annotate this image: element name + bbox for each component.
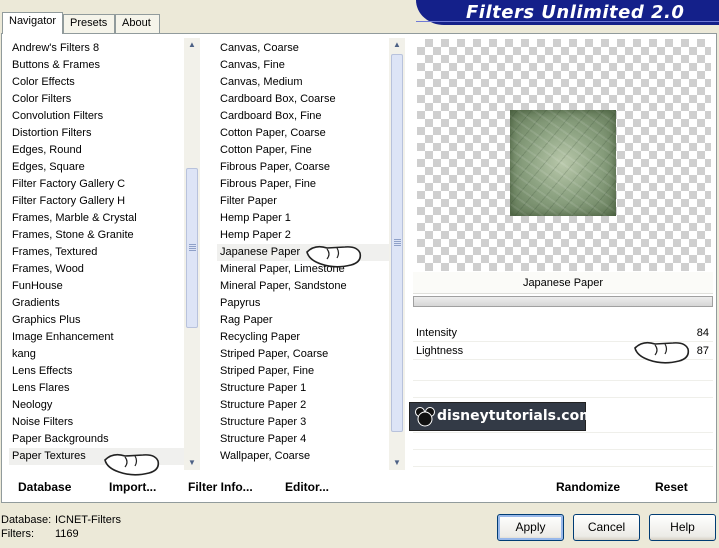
category-item[interactable]: Buttons & Frames (9, 57, 185, 74)
scroll-up-arrow-icon[interactable]: ▲ (389, 38, 405, 52)
category-item[interactable]: Frames, Stone & Granite (9, 227, 185, 244)
category-item[interactable]: kang (9, 346, 185, 363)
apply-button[interactable]: Apply (497, 514, 564, 541)
scroll-down-arrow-icon[interactable]: ▼ (184, 456, 200, 470)
filter-item[interactable]: Striped Paper, Fine (217, 363, 389, 380)
filter-scrollbar[interactable]: ▲ ▼ (389, 38, 405, 470)
category-item[interactable]: Color Filters (9, 91, 185, 108)
database-value: ICNET-Filters (55, 514, 121, 526)
category-item[interactable]: Andrew's Filters 8 (9, 40, 185, 57)
filter-item[interactable]: Hemp Paper 2 (217, 227, 389, 244)
filter-item[interactable]: Mineral Paper, Limestone (217, 261, 389, 278)
filter-item[interactable]: Mineral Paper, Sandstone (217, 278, 389, 295)
filter-info-button[interactable]: Filter Info... (188, 472, 253, 502)
filter-item[interactable]: Structure Paper 3 (217, 414, 389, 431)
reset-button[interactable]: Reset (655, 472, 688, 502)
category-item[interactable]: Image Enhancement (9, 329, 185, 346)
filter-item[interactable]: Fibrous Paper, Fine (217, 176, 389, 193)
watermark-logo: disneytutorials.com (409, 402, 594, 431)
param-label: Intensity (416, 327, 457, 339)
category-item[interactable]: Noise Filters (9, 414, 185, 431)
tab-navigator[interactable]: Navigator (2, 12, 63, 34)
database-status: Database: ICNET-Filters Filters: 1169 (0, 513, 130, 541)
filter-item[interactable]: Structure Paper 4 (217, 431, 389, 448)
cancel-button[interactable]: Cancel (573, 514, 640, 541)
param-label: Lightness (416, 345, 464, 357)
param-value: 87 (696, 345, 709, 357)
filter-scroll-thumb[interactable] (391, 54, 403, 432)
import-button[interactable]: Import... (109, 472, 156, 502)
category-item[interactable]: Edges, Round (9, 142, 185, 159)
scroll-up-arrow-icon[interactable]: ▲ (184, 38, 200, 52)
filter-item[interactable]: Filter Paper (217, 193, 389, 210)
filter-item[interactable]: Canvas, Fine (217, 57, 389, 74)
preview-area (417, 39, 711, 271)
filter-item[interactable]: Cardboard Box, Fine (217, 108, 389, 125)
category-scroll-thumb[interactable] (186, 168, 198, 328)
category-item[interactable]: Paper Backgrounds (9, 431, 185, 448)
filter-item[interactable]: Canvas, Coarse (217, 40, 389, 57)
filter-item[interactable]: Fibrous Paper, Coarse (217, 159, 389, 176)
filter-item[interactable]: Cotton Paper, Coarse (217, 125, 389, 142)
category-item[interactable]: Frames, Textured (9, 244, 185, 261)
category-item[interactable]: Distortion Filters (9, 125, 185, 142)
filter-item[interactable]: Hemp Paper 1 (217, 210, 389, 227)
database-label: Database: (1, 514, 52, 526)
title-banner: Filters Unlimited 2.0 (416, 0, 719, 25)
filters-label: Filters: (1, 528, 34, 540)
category-item[interactable]: Frames, Marble & Crystal (9, 210, 185, 227)
pointer-glove-icon (634, 341, 690, 364)
pointer-glove-icon (306, 245, 362, 268)
param-value: 84 (696, 327, 709, 339)
tab-about[interactable]: About (115, 14, 160, 33)
preview-image (510, 110, 616, 216)
help-button[interactable]: Help (649, 514, 716, 541)
category-item[interactable]: Filter Factory Gallery C (9, 176, 185, 193)
filter-item[interactable]: Structure Paper 2 (217, 397, 389, 414)
navigator-panel: Andrew's Filters 8 Buttons & Frames Color … (1, 33, 717, 503)
category-item[interactable]: FunHouse (9, 278, 185, 295)
category-item[interactable]: Convolution Filters (9, 108, 185, 125)
filter-item[interactable]: Japanese Paper (217, 244, 389, 261)
filter-name-label: Japanese Paper (413, 272, 713, 294)
filter-item[interactable]: Rag Paper (217, 312, 389, 329)
filter-item[interactable]: Structure Paper 1 (217, 380, 389, 397)
filter-list[interactable]: Canvas, Coarse Canvas, Fine Canvas, Medium… (217, 40, 389, 470)
category-item[interactable]: Edges, Square (9, 159, 185, 176)
filter-button-bar: Database Import... Filter Info... Editor… (2, 472, 718, 502)
category-item[interactable]: Filter Factory Gallery H (9, 193, 185, 210)
filter-item[interactable]: Cardboard Box, Coarse (217, 91, 389, 108)
category-item[interactable]: Neology (9, 397, 185, 414)
tab-presets[interactable]: Presets (63, 14, 115, 33)
category-list[interactable]: Andrew's Filters 8 Buttons & Frames Color … (9, 40, 185, 470)
watermark-text: disneytutorials.com (437, 408, 594, 424)
category-item[interactable]: Lens Flares (9, 380, 185, 397)
mickey-ears-icon (415, 407, 435, 427)
app-title: Filters Unlimited 2.0 (466, 2, 685, 23)
filter-item[interactable]: Papyrus (217, 295, 389, 312)
scroll-down-arrow-icon[interactable]: ▼ (389, 456, 405, 470)
database-button[interactable]: Database (18, 472, 71, 502)
category-item[interactable]: Graphics Plus (9, 312, 185, 329)
preview-slider[interactable] (413, 296, 713, 307)
category-item[interactable]: Frames, Wood (9, 261, 185, 278)
filter-item[interactable]: Canvas, Medium (217, 74, 389, 91)
editor-button[interactable]: Editor... (285, 472, 329, 502)
category-item[interactable]: Color Effects (9, 74, 185, 91)
filter-item[interactable]: Cotton Paper, Fine (217, 142, 389, 159)
filter-item[interactable]: Striped Paper, Coarse (217, 346, 389, 363)
category-item[interactable]: Gradients (9, 295, 185, 312)
filter-item[interactable]: Wallpaper, Coarse (217, 448, 389, 465)
randomize-button[interactable]: Randomize (556, 472, 620, 502)
category-scrollbar[interactable]: ▲ ▼ (184, 38, 200, 470)
filters-count: 1169 (55, 528, 79, 540)
category-item[interactable]: Lens Effects (9, 363, 185, 380)
filter-item[interactable]: Recycling Paper (217, 329, 389, 346)
